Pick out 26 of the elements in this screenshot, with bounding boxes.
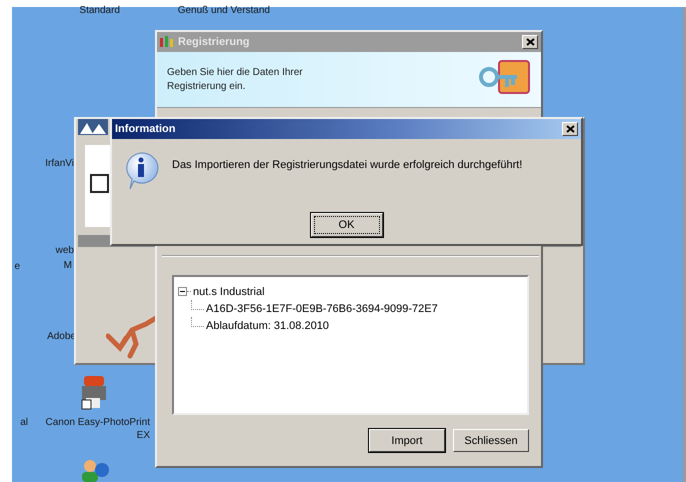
window-title: Registrierung: [178, 36, 251, 48]
header-text: Geben Sie hier die Daten Ihrer Registrierung ein.: [167, 66, 304, 94]
ok-button[interactable]: OK: [310, 213, 382, 237]
dialog-title: Information: [115, 123, 176, 135]
figure-drawing: [106, 314, 158, 360]
desktop-icon-label[interactable]: web: [48, 244, 74, 257]
close-button[interactable]: [562, 122, 578, 136]
message-text: Das Importieren der Registrierungsdatei wurde erfolgreich durchgeführt!: [172, 159, 522, 171]
close-icon: [566, 125, 574, 133]
desktop-icon-label[interactable]: IrfanVi: [24, 157, 74, 170]
close-icon: [526, 38, 534, 46]
tree-item[interactable]: Ablaufdatum: 31.08.2010: [204, 320, 329, 332]
mountain-icon: [78, 119, 108, 135]
desktop-icon-label[interactable]: Standard: [40, 4, 120, 17]
desktop-icon-label[interactable]: Canon Easy-PhotoPrint EX: [32, 416, 150, 442]
tree-item[interactable]: nut.s Industrial: [191, 286, 265, 298]
dialog-button[interactable]: Import: [369, 429, 445, 452]
desktop-icon-label[interactable]: Genuß und Verstand: [150, 4, 270, 17]
app-icon: [160, 36, 174, 48]
desktop-icon-label[interactable]: al: [12, 416, 28, 429]
dialog-button[interactable]: Schliessen: [453, 429, 529, 452]
desktop-icon-label[interactable]: e: [12, 260, 20, 273]
tree-item[interactable]: A16D-3F56-1E7F-0E9B-76B6-3694-9099-72E7: [204, 302, 438, 314]
checkbox[interactable]: [90, 174, 109, 193]
expander-toggle[interactable]: [178, 287, 187, 296]
desktop-icon-label[interactable]: M: [58, 259, 72, 272]
